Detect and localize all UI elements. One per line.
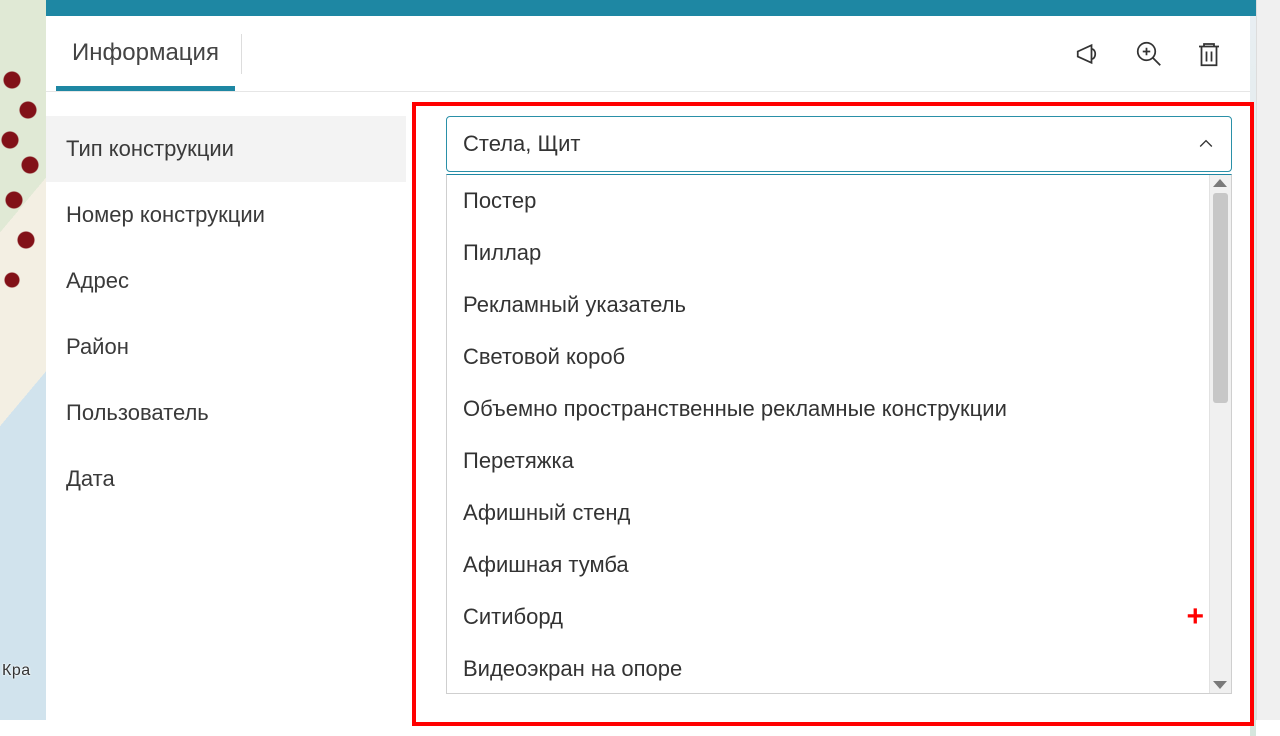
construction-type-value: Стела, Щит — [463, 131, 581, 157]
dropdown-option[interactable]: Ситиборд — [447, 591, 1209, 643]
panel-header-bar — [46, 0, 1256, 16]
label-construction-number[interactable]: Номер конструкции — [46, 182, 406, 248]
dropdown-option[interactable]: Афишный стенд — [447, 487, 1209, 539]
tab-divider — [241, 34, 242, 74]
megaphone-icon — [1074, 39, 1104, 69]
map-label-fragment: Кра — [2, 662, 31, 680]
field-values-column: Стела, Щит ПостерПилларРекламный указате… — [406, 92, 1250, 720]
dropdown-option[interactable]: Пиллар — [447, 227, 1209, 279]
map-background-left[interactable]: Кра — [0, 0, 46, 720]
construction-type-dropdown: ПостерПилларРекламный указательСветовой … — [446, 174, 1232, 694]
dropdown-option[interactable]: Перетяжка — [447, 435, 1209, 487]
delete-button[interactable] — [1192, 37, 1226, 71]
label-address[interactable]: Адрес — [46, 248, 406, 314]
dropdown-option[interactable]: Рекламный указатель — [447, 279, 1209, 331]
label-date[interactable]: Дата — [46, 446, 406, 512]
label-user[interactable]: Пользователь — [46, 380, 406, 446]
construction-type-select-wrap: Стела, Щит ПостерПилларРекламный указате… — [446, 116, 1232, 172]
zoom-in-icon — [1134, 39, 1164, 69]
window-scrollbar-right[interactable] — [1256, 0, 1280, 720]
dropdown-option[interactable]: Видеоэкран на опоре — [447, 643, 1209, 693]
dropdown-list: ПостерПилларРекламный указательСветовой … — [447, 175, 1209, 693]
field-labels-column: Тип конструкции Номер конструкции Адрес … — [46, 92, 406, 720]
map-background-right — [1250, 16, 1256, 736]
tabs-row: Информация — [46, 16, 1250, 92]
add-item-button[interactable]: + — [1186, 602, 1204, 632]
dropdown-scrollbar[interactable] — [1209, 175, 1231, 693]
label-district[interactable]: Район — [46, 314, 406, 380]
dropdown-option[interactable]: Световой короб — [447, 331, 1209, 383]
label-construction-type[interactable]: Тип конструкции — [46, 116, 406, 182]
dropdown-option[interactable]: Объемно пространственные рекламные конст… — [447, 383, 1209, 435]
dropdown-option[interactable]: Афишная тумба — [447, 539, 1209, 591]
chevron-up-icon — [1192, 116, 1220, 172]
info-panel: Информация — [46, 16, 1250, 720]
panel-body: Тип конструкции Номер конструкции Адрес … — [46, 92, 1250, 720]
announce-button[interactable] — [1072, 37, 1106, 71]
panel-toolbar — [1072, 37, 1234, 71]
dropdown-scrollbar-thumb[interactable] — [1213, 193, 1228, 403]
construction-type-select[interactable]: Стела, Щит — [446, 116, 1232, 172]
tab-information[interactable]: Информация — [62, 19, 229, 89]
dropdown-option[interactable]: Постер — [447, 175, 1209, 227]
zoom-in-button[interactable] — [1132, 37, 1166, 71]
trash-icon — [1194, 39, 1224, 69]
